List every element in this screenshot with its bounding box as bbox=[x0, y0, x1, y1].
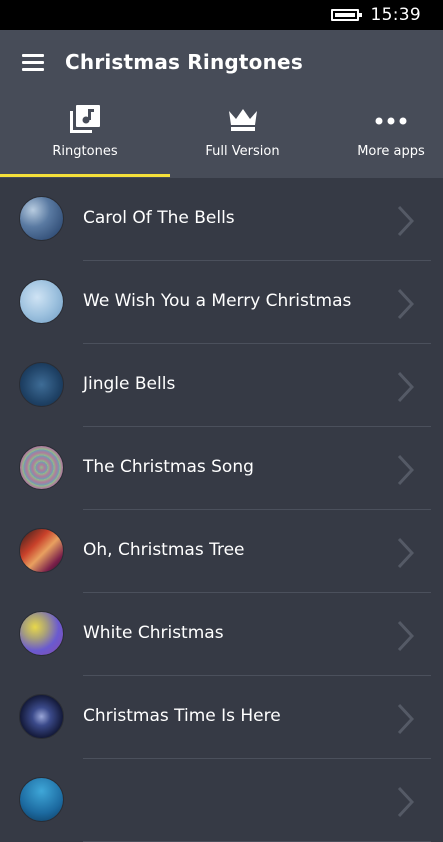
list-item[interactable]: We Wish You a Merry Christmas bbox=[0, 261, 443, 344]
tab-full-version[interactable]: Full Version bbox=[170, 96, 315, 178]
song-thumbnail bbox=[19, 694, 64, 739]
song-thumbnail bbox=[19, 777, 64, 822]
chevron-right-icon bbox=[397, 703, 414, 735]
ringtone-list: Carol Of The Bells We Wish You a Merry C… bbox=[0, 178, 443, 842]
list-item[interactable]: White Christmas bbox=[0, 593, 443, 676]
list-item[interactable]: Oh, Christmas Tree bbox=[0, 510, 443, 593]
song-thumbnail bbox=[19, 528, 64, 573]
chevron-right-icon bbox=[397, 454, 414, 486]
hamburger-menu-icon[interactable] bbox=[22, 54, 44, 71]
song-title: Carol Of The Bells bbox=[83, 208, 235, 228]
tab-more-apps-label: More apps bbox=[357, 144, 425, 159]
music-note-icon bbox=[70, 105, 100, 133]
song-thumbnail bbox=[19, 445, 64, 490]
tab-bar: Ringtones Full Version More apps bbox=[0, 96, 443, 178]
chevron-right-icon bbox=[397, 537, 414, 569]
battery-icon bbox=[330, 9, 362, 21]
song-title: We Wish You a Merry Christmas bbox=[83, 291, 352, 311]
chevron-right-icon bbox=[397, 786, 414, 818]
song-title: Oh, Christmas Tree bbox=[83, 540, 245, 560]
status-time: 15:39 bbox=[370, 5, 421, 25]
song-title: Jingle Bells bbox=[83, 374, 176, 394]
tab-more-apps[interactable]: More apps bbox=[330, 96, 443, 178]
song-thumbnail bbox=[19, 611, 64, 656]
list-item[interactable]: Carol Of The Bells bbox=[0, 178, 443, 261]
chevron-right-icon bbox=[397, 620, 414, 652]
title-row: Christmas Ringtones bbox=[0, 30, 443, 96]
song-thumbnail bbox=[19, 196, 64, 241]
list-item[interactable]: Christmas Time Is Here bbox=[0, 676, 443, 759]
selected-tab-indicator bbox=[0, 174, 170, 177]
song-title: Christmas Time Is Here bbox=[83, 706, 281, 726]
tab-ringtones[interactable]: Ringtones bbox=[0, 96, 170, 178]
chevron-right-icon bbox=[397, 288, 414, 320]
song-title: The Christmas Song bbox=[83, 457, 254, 477]
list-item[interactable]: Jingle Bells bbox=[0, 344, 443, 427]
list-item[interactable]: The Christmas Song bbox=[0, 427, 443, 510]
more-dots-icon bbox=[375, 117, 407, 125]
app-header: Christmas Ringtones Ringtones Full Versi… bbox=[0, 30, 443, 178]
song-title: White Christmas bbox=[83, 623, 224, 643]
tab-ringtones-label: Ringtones bbox=[52, 144, 118, 159]
chevron-right-icon bbox=[397, 205, 414, 237]
page-title: Christmas Ringtones bbox=[65, 50, 303, 74]
list-item[interactable] bbox=[0, 759, 443, 842]
chevron-right-icon bbox=[397, 371, 414, 403]
status-bar: 15:39 bbox=[0, 0, 443, 30]
crown-icon bbox=[228, 109, 257, 131]
song-thumbnail bbox=[19, 362, 64, 407]
tab-full-version-label: Full Version bbox=[205, 144, 280, 159]
song-thumbnail bbox=[19, 279, 64, 324]
